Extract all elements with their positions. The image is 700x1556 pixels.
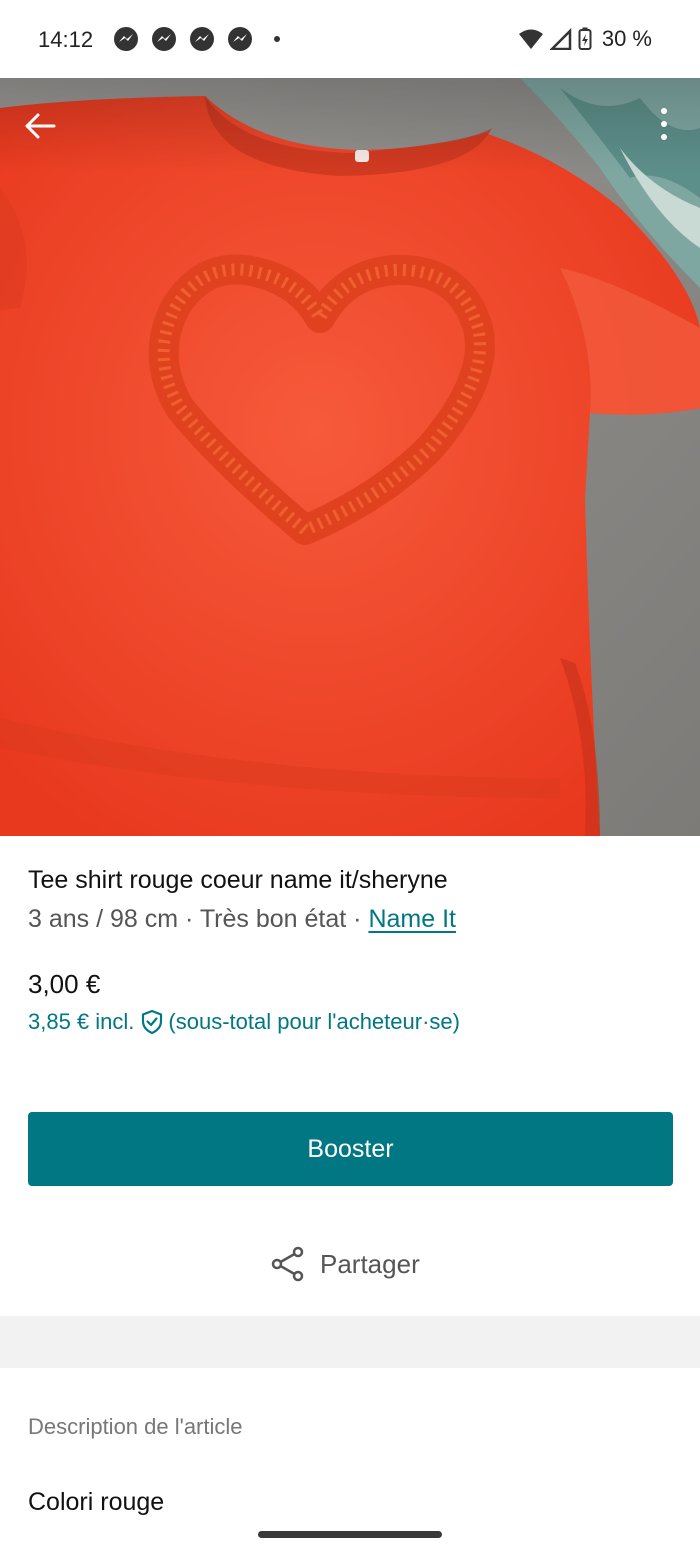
share-icon [271,1246,304,1282]
battery-icon [578,27,592,50]
more-options-icon[interactable] [656,104,672,144]
photo-top-shade [0,78,700,173]
system-status: 30 % [518,25,652,53]
home-indicator[interactable] [258,1531,442,1538]
buyer-protection-shield-icon [142,1009,163,1035]
messenger-icon [114,27,138,51]
signal-icon [549,28,572,50]
tshirt-illustration [0,78,700,836]
description-heading: Description de l'article [28,1414,243,1439]
share-button[interactable]: Partager [270,1240,420,1288]
item-title: Tee shirt rouge coeur name it/sheryne [28,866,448,894]
more-notifications-dot [274,36,280,42]
status-bar: 14:12 30 % [0,0,700,78]
status-time: 14:12 [38,27,94,52]
item-price: 3,00 € [28,969,101,999]
battery-level: 30 % [601,26,652,51]
wifi-icon [518,29,543,49]
back-arrow-icon[interactable] [20,108,60,144]
section-divider [0,1316,700,1368]
price-incl-amount: 3,85 € incl. [28,1009,135,1034]
description-text: Colori rouge [28,1488,165,1516]
brand-link[interactable]: Name It [368,905,456,933]
messenger-icon [152,27,176,51]
item-meta: 3 ans / 98 cm · Très bon état · Name It [28,905,456,934]
share-label: Partager [320,1248,420,1279]
price-incl-note: (sous-total pour l'acheteur·se) [168,1009,460,1034]
price-incl-row[interactable]: 3,85 € incl. (sous-total pour l'acheteur… [28,1009,460,1035]
product-photo[interactable] [0,78,700,836]
notification-icons [114,27,280,51]
booster-button[interactable]: Booster [28,1112,673,1186]
messenger-icon [228,27,252,51]
messenger-icon [190,27,214,51]
item-size-condition: 3 ans / 98 cm · Très bon état · [28,905,369,933]
